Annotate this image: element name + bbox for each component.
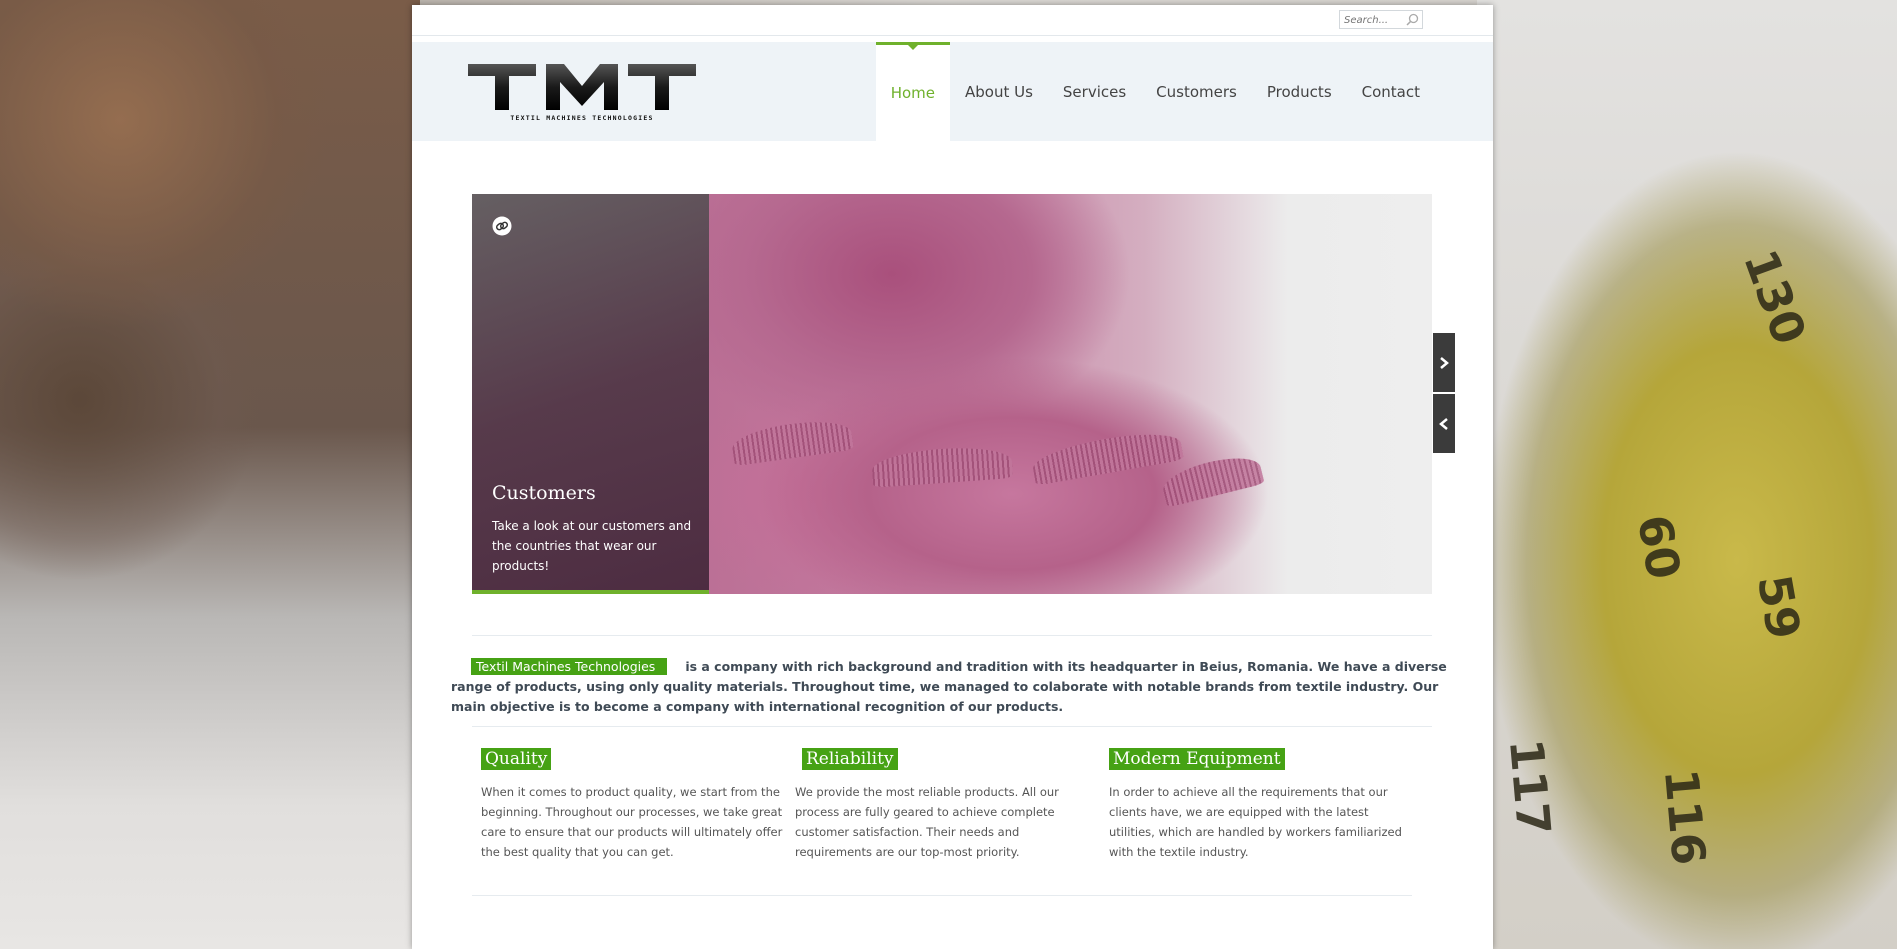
divider (472, 635, 1432, 636)
site-header: TEXTIL MACHINES TECHNOLOGIES Home About … (412, 42, 1493, 141)
top-bar (412, 5, 1493, 36)
page-container: TEXTIL MACHINES TECHNOLOGIES Home About … (412, 5, 1493, 949)
chevron-left-icon (1439, 417, 1448, 430)
nav-item-home[interactable]: Home (875, 42, 950, 141)
background-photo-right: 130 60 59 116 117 (1477, 0, 1897, 949)
svg-text:TEXTIL MACHINES TECHNOLOGIES: TEXTIL MACHINES TECHNOLOGIES (510, 114, 653, 122)
divider (472, 726, 1432, 727)
nav-item-services[interactable]: Services (1048, 42, 1141, 141)
feature-quality: Quality When it comes to product quality… (481, 748, 795, 862)
nav-item-products[interactable]: Products (1252, 42, 1347, 141)
link-icon[interactable] (492, 216, 512, 236)
feature-title: Quality (481, 748, 552, 770)
feature-title: Reliability (802, 748, 898, 770)
chevron-right-icon (1440, 356, 1449, 369)
slide-caption-panel: Customers Take a look at our customers a… (472, 194, 709, 594)
image-slider[interactable]: Customers Take a look at our customers a… (472, 194, 1432, 594)
intro-paragraph: Textil Machines Technologies is a company… (451, 657, 1456, 717)
site-logo[interactable]: TEXTIL MACHINES TECHNOLOGIES (466, 62, 698, 122)
slide-caption-title: Customers (492, 482, 596, 504)
feature-modern-equipment: Modern Equipment In order to achieve all… (1109, 748, 1423, 862)
features-section: Quality When it comes to product quality… (481, 748, 1431, 862)
feature-text: We provide the most reliable products. A… (795, 785, 1059, 859)
feature-title: Modern Equipment (1109, 748, 1285, 770)
main-nav: Home About Us Services Customers Product… (875, 42, 1435, 141)
feature-text: In order to achieve all the requirements… (1109, 785, 1402, 859)
nav-item-contact[interactable]: Contact (1347, 42, 1435, 141)
divider (472, 895, 1412, 896)
nav-item-about-us[interactable]: About Us (950, 42, 1048, 141)
search-icon[interactable] (1406, 13, 1419, 26)
nav-item-customers[interactable]: Customers (1141, 42, 1252, 141)
background-photo-left (0, 0, 420, 949)
slider-next-button[interactable] (1433, 333, 1455, 392)
feature-text: When it comes to product quality, we sta… (481, 785, 783, 859)
slider-prev-button[interactable] (1433, 394, 1455, 453)
slide-caption-text: Take a look at our customers and the cou… (492, 519, 692, 573)
feature-reliability: Reliability We provide the most reliable… (795, 748, 1109, 862)
company-name-highlight: Textil Machines Technologies (471, 658, 668, 675)
